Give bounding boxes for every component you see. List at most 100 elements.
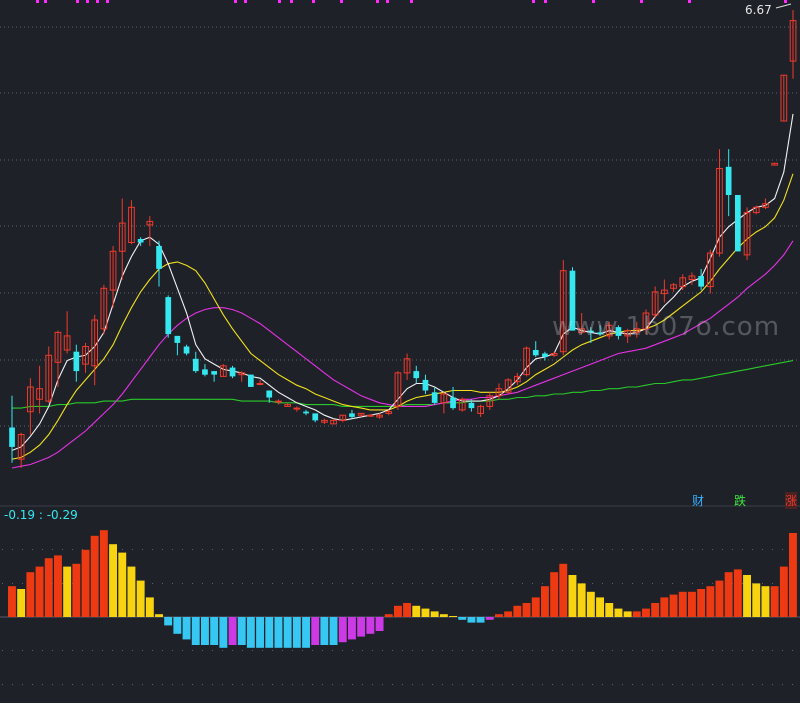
indicator-grid-dot [312,650,313,651]
signal-mark [386,0,389,3]
indicator-bar [495,614,503,617]
indicator-grid-dot [192,650,193,651]
indicator-grid-dot [292,684,293,685]
indicator-grid-dot [162,650,163,651]
indicator-bar [577,583,586,617]
indicator-grid-dot [492,650,493,651]
indicator-bar [697,589,706,617]
indicator-grid-dot [352,549,353,550]
indicator-bar [283,617,292,648]
indicator-grid-dot [312,583,313,584]
signal-mark [290,0,293,3]
indicator-grid-dot [162,684,163,685]
indicator-grid-dot [392,684,393,685]
indicator-grid-dot [482,583,483,584]
indicator-bar [164,617,173,626]
signal-mark [592,0,595,3]
indicator-grid-dot [632,549,633,550]
indicator-bar [715,580,724,617]
indicator-grid-dot [582,684,583,685]
indicator-grid-dot [222,650,223,651]
indicator-grid-dot [302,549,303,550]
indicator-grid-dot [662,583,663,584]
indicator-grid-dot [342,583,343,584]
indicator-grid-dot [492,549,493,550]
candle-body-down [202,369,208,375]
indicator-grid-dot [742,684,743,685]
cai-button[interactable]: 财 [692,492,704,509]
indicator-grid-dot [372,684,373,685]
indicator-bar [541,586,549,617]
indicator-grid-dot [332,684,333,685]
indicator-grid-dot [22,549,23,550]
indicator-grid-dot [592,650,593,651]
indicator-grid-dot [362,583,363,584]
indicator-grid-dot [52,684,53,685]
indicator-grid-dot [502,684,503,685]
candle-body-down [211,371,217,375]
indicator-grid-dot [672,684,673,685]
indicator-grid-dot [552,650,553,651]
indicator-grid-dot [512,650,513,651]
indicator-grid-dot [472,684,473,685]
indicator-grid-dot [192,549,193,550]
indicator-grid-dot [252,549,253,550]
indicator-bar [504,611,513,617]
indicator-grid-dot [762,583,763,584]
indicator-grid-dot [182,650,183,651]
indicator-bar [559,563,568,617]
indicator-grid-dot [772,650,773,651]
indicator-grid-dot [542,549,543,550]
indicator-grid-dot [372,583,373,584]
indicator-grid-dot [312,684,313,685]
indicator-bar [338,617,347,643]
indicator-bar [54,555,62,617]
indicator-grid-dot [542,650,543,651]
indicator-grid-dot [612,583,613,584]
indicator-bar [99,530,108,617]
indicator-bar [430,611,439,617]
indicator-grid-dot [512,549,513,550]
indicator-grid-dot [612,650,613,651]
indicator-bar [191,617,200,645]
indicator-bar [237,617,246,645]
indicator-grid-dot [562,650,563,651]
indicator-grid-dot [242,650,243,651]
candle-body-down [9,427,15,447]
indicator-bar [320,617,329,645]
indicator-grid-dot [232,583,233,584]
indicator-grid-dot [642,583,643,584]
indicator-grid-dot [382,549,383,550]
candle-body-up [256,383,264,385]
indicator-grid-dot [402,684,403,685]
die-button[interactable]: 跌 [734,492,746,509]
indicator-grid-dot [522,583,523,584]
indicator-grid-dot [412,684,413,685]
indicator-bar [761,586,770,617]
signal-mark [410,0,413,3]
indicator-grid-dot [92,684,93,685]
indicator-grid-dot [242,583,243,584]
indicator-grid-dot [722,549,723,550]
indicator-grid-dot [42,650,43,651]
indicator-grid-dot [622,684,623,685]
indicator-grid-dot [172,650,173,651]
indicator-grid-dot [772,549,773,550]
indicator-grid-dot [522,549,523,550]
indicator-grid-dot [662,650,663,651]
indicator-grid-dot [332,549,333,550]
indicator-grid-dot [552,549,553,550]
indicator-grid-dot [502,549,503,550]
indicator-grid-dot [292,650,293,651]
indicator-grid-dot [442,650,443,651]
candle-body-down [312,413,319,421]
indicator-grid-dot [72,684,73,685]
indicator-grid-dot [212,549,213,550]
zhang-button[interactable]: 涨 [785,492,798,509]
indicator-grid-dot [532,684,533,685]
indicator-grid-dot [682,684,683,685]
indicator-grid-dot [382,650,383,651]
indicator-grid-dot [102,684,103,685]
indicator-grid-dot [482,650,483,651]
indicator-grid-dot [362,650,363,651]
